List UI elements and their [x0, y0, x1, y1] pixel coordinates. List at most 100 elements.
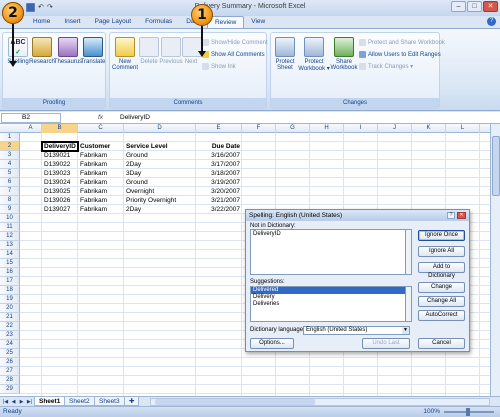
tab-home[interactable]: Home — [26, 16, 57, 28]
column-header[interactable]: M — [480, 124, 490, 133]
row-header[interactable]: 18 — [0, 286, 20, 295]
table-cell[interactable]: D139023 — [42, 169, 78, 178]
previous-comment-button[interactable]: Previous — [159, 37, 183, 65]
tab-view[interactable]: View — [244, 16, 272, 28]
table-cell[interactable]: 3/19/2007 — [196, 178, 242, 187]
horizontal-scrollbar[interactable] — [150, 398, 490, 406]
first-sheet-icon[interactable]: |◀ — [2, 398, 9, 406]
suggestion-item[interactable]: Delivery — [251, 294, 405, 301]
row-header[interactable]: 23 — [0, 331, 20, 340]
fx-icon[interactable]: fx — [64, 113, 114, 123]
sheet-tab-sheet2[interactable]: Sheet2 — [64, 397, 95, 406]
maximize-button[interactable]: □ — [467, 1, 482, 12]
column-header[interactable]: I — [344, 124, 378, 133]
next-sheet-icon[interactable]: ▶ — [18, 398, 25, 406]
table-cell[interactable]: Fabrikam — [78, 169, 124, 178]
table-cell[interactable]: D139027 — [42, 205, 78, 214]
table-cell[interactable]: Ground — [124, 151, 196, 160]
table-header-cell[interactable]: Due Date — [196, 142, 242, 151]
row-header[interactable]: 27 — [0, 367, 20, 376]
column-header[interactable]: L — [446, 124, 480, 133]
row-header[interactable]: 28 — [0, 376, 20, 385]
table-cell[interactable]: D139025 — [42, 187, 78, 196]
row-header[interactable]: 19 — [0, 295, 20, 304]
insert-sheet-icon[interactable]: ✚ — [124, 397, 140, 406]
zoom-level[interactable]: 100% — [423, 408, 440, 415]
row-header[interactable]: 14 — [0, 250, 20, 259]
add-to-dictionary-button[interactable]: Add to Dictionary — [418, 262, 465, 279]
allow-users-edit-ranges-button[interactable]: Allow Users to Edit Ranges — [359, 51, 441, 58]
table-cell[interactable]: D139021 — [42, 151, 78, 160]
column-header[interactable]: G — [276, 124, 310, 133]
show-all-comments-button[interactable]: Show All Comments — [202, 51, 265, 58]
column-header[interactable]: B — [42, 124, 78, 133]
row-header[interactable]: 21 — [0, 313, 20, 322]
suggestion-item[interactable]: Deliveries — [251, 301, 405, 308]
table-cell[interactable]: 3/17/2007 — [196, 160, 242, 169]
row-header[interactable]: 26 — [0, 358, 20, 367]
row-header[interactable]: 17 — [0, 277, 20, 286]
table-cell[interactable]: 2Day — [124, 160, 196, 169]
table-header-cell[interactable]: Service Level — [124, 142, 196, 151]
share-workbook-button[interactable]: Share Workbook — [329, 37, 359, 71]
column-header[interactable]: D — [124, 124, 196, 133]
column-header[interactable]: E — [196, 124, 242, 133]
tab-insert[interactable]: Insert — [57, 16, 87, 28]
column-header[interactable]: H — [310, 124, 344, 133]
delete-comment-button[interactable]: Delete — [138, 37, 160, 65]
table-cell[interactable]: Fabrikam — [78, 160, 124, 169]
last-sheet-icon[interactable]: ▶| — [26, 398, 33, 406]
tab-page-layout[interactable]: Page Layout — [88, 16, 139, 28]
show-ink-button[interactable]: Show Ink — [202, 63, 236, 70]
not-in-dictionary-field[interactable]: DeliveryID — [250, 229, 406, 275]
row-header[interactable]: 15 — [0, 259, 20, 268]
table-header-cell[interactable]: Customer — [78, 142, 124, 151]
suggestions-list[interactable]: Delivered Delivery Deliveries — [250, 286, 406, 322]
row-header[interactable]: 7 — [0, 187, 20, 196]
change-button[interactable]: Change — [418, 282, 465, 293]
table-cell[interactable]: 3/22/2007 — [196, 205, 242, 214]
row-header[interactable]: 25 — [0, 349, 20, 358]
dictionary-language-select[interactable]: English (United States) ▼ — [303, 326, 410, 335]
row-header[interactable]: 12 — [0, 232, 20, 241]
tab-formulas[interactable]: Formulas — [138, 16, 179, 28]
translate-button[interactable]: Translate — [78, 37, 108, 65]
table-cell[interactable]: Ground — [124, 178, 196, 187]
row-header[interactable]: 20 — [0, 304, 20, 313]
row-header[interactable]: 3 — [0, 151, 20, 160]
protect-share-workbook-button[interactable]: Protect and Share Workbook — [359, 39, 445, 46]
table-cell[interactable]: 3/18/2007 — [196, 169, 242, 178]
show-hide-comment-button[interactable]: Show/Hide Comment — [202, 39, 268, 46]
protect-workbook-button[interactable]: Protect Workbook ▾ — [298, 37, 330, 72]
table-cell[interactable]: 3/21/2007 — [196, 196, 242, 205]
dialog-close-icon[interactable]: ✕ — [457, 212, 466, 219]
track-changes-button[interactable]: Track Changes ▾ — [359, 63, 413, 70]
table-cell[interactable]: D139026 — [42, 196, 78, 205]
row-header[interactable]: 5 — [0, 169, 20, 178]
horizontal-scroll-thumb[interactable] — [155, 399, 315, 405]
row-header[interactable]: 4 — [0, 160, 20, 169]
prev-sheet-icon[interactable]: ◀ — [10, 398, 17, 406]
autocorrect-button[interactable]: AutoCorrect — [418, 310, 465, 321]
minimize-button[interactable]: – — [451, 1, 466, 12]
not-in-dictionary-scrollbar[interactable] — [406, 229, 412, 275]
zoom-slider-knob[interactable] — [466, 408, 470, 416]
selected-cell[interactable] — [41, 141, 79, 152]
vertical-scroll-thumb[interactable] — [492, 136, 500, 196]
table-cell[interactable]: D139024 — [42, 178, 78, 187]
table-cell[interactable]: Fabrikam — [78, 205, 124, 214]
table-cell[interactable]: Overnight — [124, 187, 196, 196]
row-header[interactable]: 2 — [0, 142, 20, 151]
row-header[interactable]: 13 — [0, 241, 20, 250]
options-button[interactable]: Options... — [250, 338, 294, 349]
row-header[interactable]: 9 — [0, 205, 20, 214]
row-header[interactable]: 11 — [0, 223, 20, 232]
zoom-slider[interactable] — [444, 408, 494, 416]
undo-last-button[interactable]: Undo Last — [362, 338, 410, 349]
table-cell[interactable]: Fabrikam — [78, 187, 124, 196]
close-button[interactable]: ✕ — [483, 1, 498, 12]
row-header[interactable]: 29 — [0, 385, 20, 394]
column-header[interactable]: J — [378, 124, 412, 133]
sheet-tab-sheet3[interactable]: Sheet3 — [94, 397, 125, 406]
suggestion-item[interactable]: Delivered — [251, 287, 405, 294]
